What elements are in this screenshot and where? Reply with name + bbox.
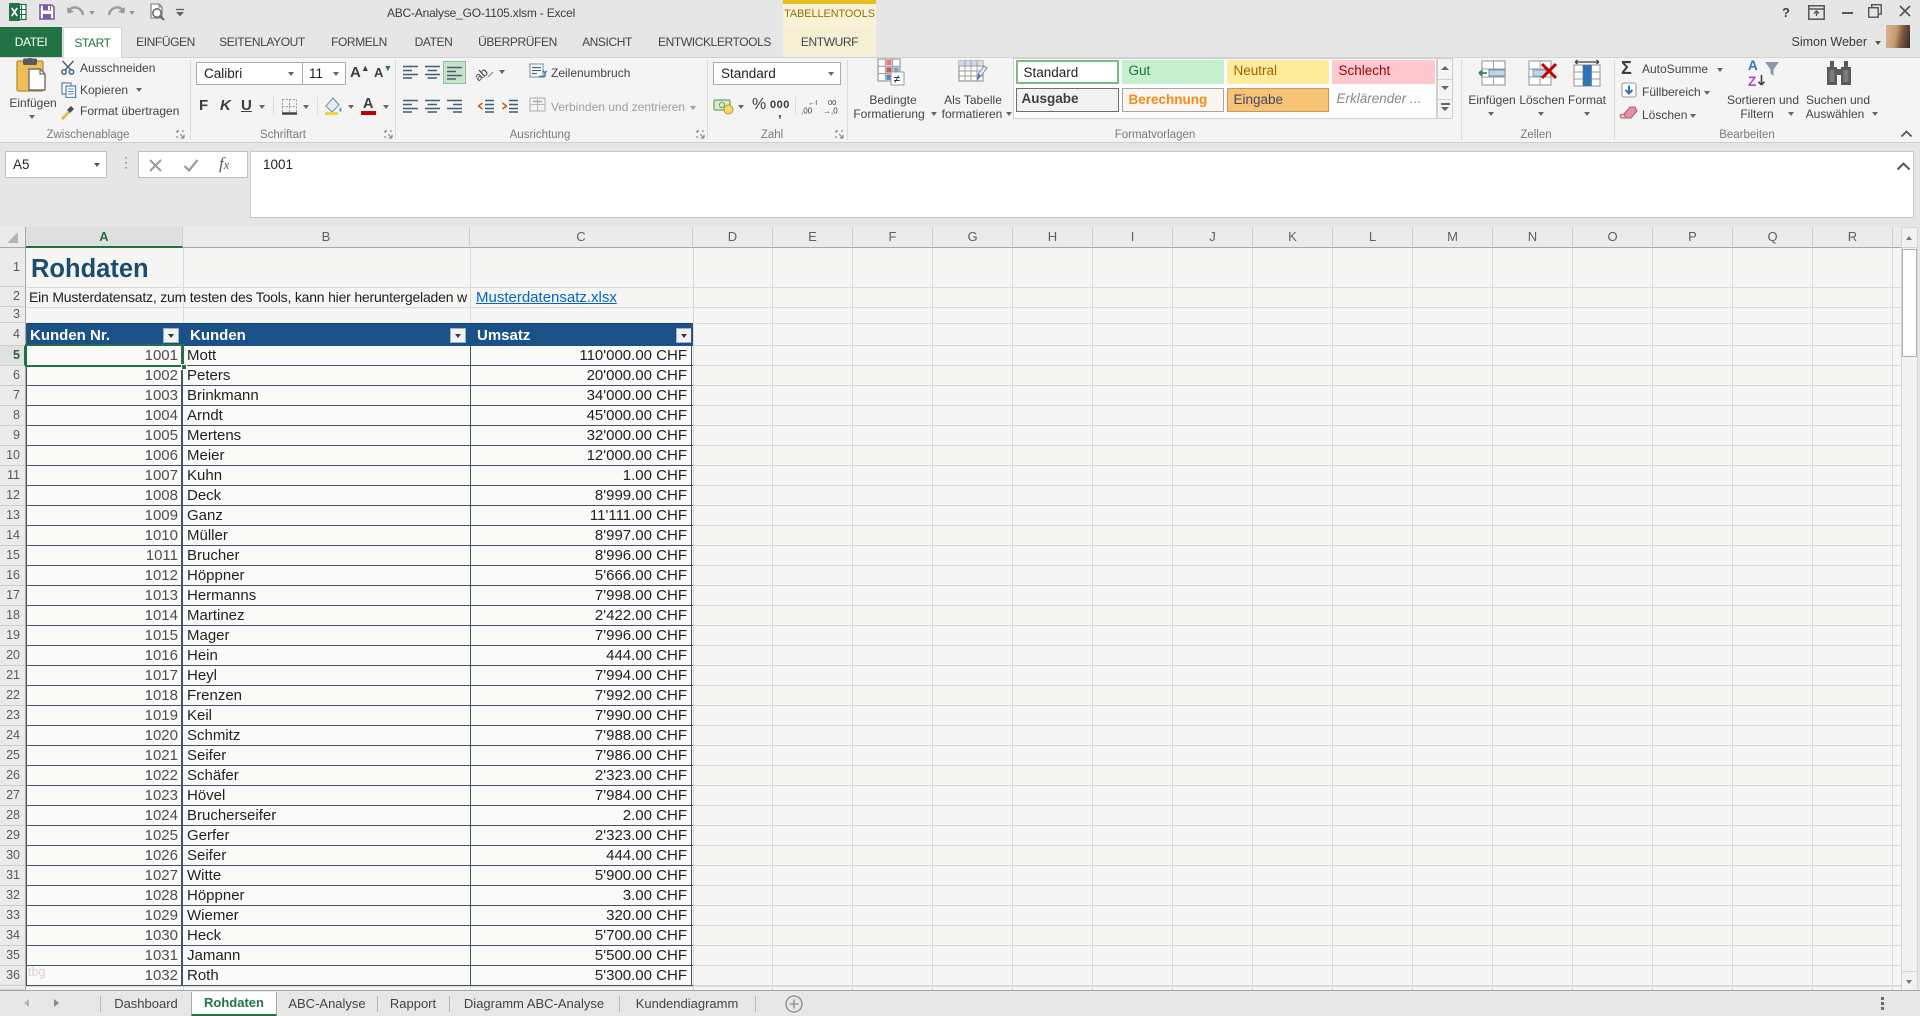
- svg-text:ab: ab: [475, 65, 491, 83]
- svg-text:,00: ,00: [801, 107, 813, 116]
- svg-text:→,0: →,0: [823, 107, 838, 116]
- svg-text:≠: ≠: [894, 72, 901, 86]
- svg-text:A: A: [1748, 58, 1758, 73]
- svg-text:Z: Z: [1748, 74, 1756, 88]
